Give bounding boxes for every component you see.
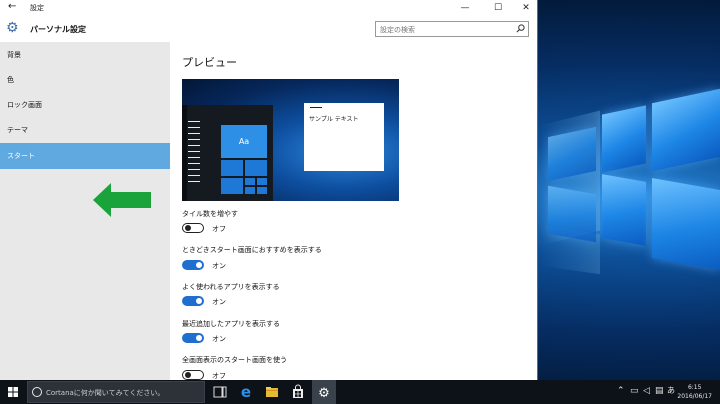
settings-icon[interactable]: ⚙ xyxy=(312,380,336,404)
toggle-more-tiles[interactable] xyxy=(182,223,204,233)
back-button[interactable]: ← xyxy=(8,1,16,12)
close-button[interactable]: ✕ xyxy=(515,2,537,14)
sidebar-item-background[interactable]: 背景 xyxy=(0,42,170,68)
search-input[interactable] xyxy=(380,24,510,35)
cortana-placeholder: Cortanaに何か聞いてみてください。 xyxy=(46,389,165,397)
toggle-state-suggestions: オン xyxy=(212,262,226,270)
ime-icon[interactable]: あ xyxy=(667,386,675,396)
sidebar-item-colors[interactable]: 色 xyxy=(0,67,170,93)
title-bar: ← 設定 — ☐ ✕ xyxy=(0,0,537,16)
edge-icon[interactable]: e xyxy=(234,380,258,404)
message-icon[interactable]: ▤ xyxy=(655,386,664,396)
preview-start-rail xyxy=(182,105,187,201)
option-label-suggestions: ときどきスタート画面におすすめを表示する xyxy=(182,246,322,254)
store-icon[interactable] xyxy=(286,380,310,404)
option-label-recently-added: 最近追加したアプリを表示する xyxy=(182,320,280,328)
clock-time: 6:15 xyxy=(687,384,702,391)
settings-window: ← 設定 — ☐ ✕ ⚙ パーソナル設定 背景 色 ロック画面 テーマ スタート… xyxy=(0,0,538,380)
option-label-more-tiles: タイル数を増やす xyxy=(182,210,238,218)
toggle-full-screen[interactable] xyxy=(182,370,204,380)
maximize-button[interactable]: ☐ xyxy=(487,2,509,14)
preview-heading: プレビュー xyxy=(182,56,237,69)
task-view-icon[interactable] xyxy=(208,380,232,404)
search-icon xyxy=(516,24,525,33)
svg-text:e: e xyxy=(241,383,251,401)
option-label-most-used: よく使われるアプリを表示する xyxy=(182,283,280,291)
toggle-state-more-tiles: オフ xyxy=(212,225,226,233)
preview-tile-aa: Aa xyxy=(221,125,267,158)
svg-text:⚙: ⚙ xyxy=(318,386,330,401)
gear-icon: ⚙ xyxy=(6,20,19,36)
preview-sample-text: サンプル テキスト xyxy=(309,116,359,123)
start-preview: Aa サンプル テキスト xyxy=(182,79,399,201)
windows-start-icon[interactable] xyxy=(0,380,26,404)
sidebar: 背景 色 ロック画面 テーマ スタート xyxy=(0,42,170,380)
file-explorer-icon[interactable] xyxy=(260,380,284,404)
window-title: 設定 xyxy=(30,4,44,12)
page-title: パーソナル設定 xyxy=(30,25,86,34)
cortana-search-box[interactable]: Cortanaに何か聞いてみてください。 xyxy=(27,381,205,403)
toggle-state-most-used: オン xyxy=(212,298,226,306)
annotation-arrow-icon xyxy=(93,183,151,217)
minimize-button[interactable]: — xyxy=(454,2,476,14)
toggle-most-used[interactable] xyxy=(182,296,204,306)
clock-date: 2016/06/17 xyxy=(677,393,712,400)
sidebar-item-lock-screen[interactable]: ロック画面 xyxy=(0,92,170,118)
preview-window: サンプル テキスト xyxy=(304,103,384,171)
option-label-full-screen: 全画面表示のスタート画面を使う xyxy=(182,356,287,364)
cortana-icon xyxy=(32,387,42,397)
chevron-up-icon[interactable]: ⌃ xyxy=(617,386,625,396)
sidebar-item-start[interactable]: スタート xyxy=(0,143,170,169)
taskbar: Cortanaに何か聞いてみてください。 e ⚙ ⌃ ▭ ◁ ▤ あ 6:15 … xyxy=(0,380,720,404)
toggle-state-full-screen: オフ xyxy=(212,372,226,380)
volume-icon[interactable]: ◁ xyxy=(643,386,650,396)
main-content: プレビュー Aa サンプル テキスト タイル数を増やす オフ ときどきスタート画… xyxy=(170,42,537,380)
settings-header: ⚙ パーソナル設定 xyxy=(0,16,537,42)
toggle-suggestions[interactable] xyxy=(182,260,204,270)
network-icon[interactable]: ▭ xyxy=(630,386,639,396)
toggle-recently-added[interactable] xyxy=(182,333,204,343)
toggle-state-recently-added: オン xyxy=(212,335,226,343)
search-box[interactable] xyxy=(375,21,529,37)
sidebar-item-themes[interactable]: テーマ xyxy=(0,117,170,143)
clock[interactable]: 6:15 2016/06/17 xyxy=(677,383,712,401)
